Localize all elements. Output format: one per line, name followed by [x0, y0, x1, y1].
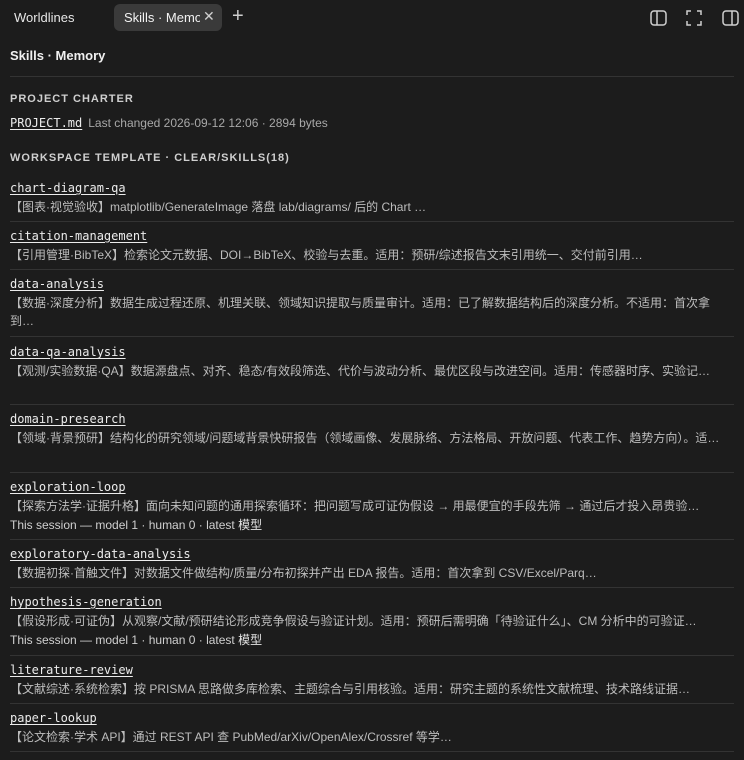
list-item[interactable]: data-qa-analysis 【观测/实验数据·QA】数据源盘点、对齐、稳态… — [10, 343, 734, 380]
session-model-label: 模型 — [238, 518, 263, 532]
close-icon[interactable]: ✕ — [203, 8, 215, 25]
list-item[interactable]: citation-management 【引用管理·BibTeX】检索论文元数据… — [10, 227, 734, 264]
project-md-link[interactable]: PROJECT.md — [10, 116, 82, 130]
skill-name-link[interactable]: chart-diagram-qa — [10, 181, 126, 195]
tab-worldlines[interactable]: Worldlines — [14, 10, 74, 25]
tab-bar: Worldlines Skills · Memory ✕ + — [0, 0, 744, 36]
list-item[interactable]: domain-presearch 【领域·背景预研】结构化的研究领域/问题域背景… — [10, 410, 734, 447]
list-item[interactable]: paper-lookup 【论文检索·学术 API】通过 REST API 查 … — [10, 709, 734, 746]
skill-name-link[interactable]: exploratory-data-analysis — [10, 547, 191, 561]
skill-name-link[interactable]: exploration-loop — [10, 480, 126, 494]
divider — [10, 404, 734, 405]
divider — [10, 751, 734, 752]
page-title: Skills · Memory — [10, 48, 106, 63]
charter-meta: Last changed 2026-09-12 12:06 · 2894 byt… — [88, 116, 328, 130]
list-item[interactable]: exploratory-data-analysis 【数据初探·首触文件】对数据… — [10, 545, 734, 582]
skill-description: 【数据初探·首触文件】对数据文件做结构/质量/分布初探并产出 EDA 报告。适用… — [10, 566, 597, 580]
session-model-label: 模型 — [238, 633, 263, 647]
sidebar-left-icon[interactable] — [650, 10, 667, 26]
skill-description: 【论文检索·学术 API】通过 REST API 查 PubMed/arXiv/… — [10, 730, 452, 744]
list-item[interactable]: exploration-loop 【探索方法学·证据升格】面向未知问题的通用探索… — [10, 478, 734, 533]
skill-name-link[interactable]: domain-presearch — [10, 412, 126, 426]
skill-name-link[interactable]: hypothesis-generation — [10, 595, 162, 609]
session-stats: This session — model 1 · human 0 · lates… — [10, 516, 734, 533]
skill-description: 【观测/实验数据·QA】数据源盘点、对齐、稳态/有效段筛选、代价与波动分析、最优… — [10, 364, 711, 378]
skill-description: 【假设形成·可证伪】从观察/文献/预研结论形成竞争假设与验证计划。适用：预研后需… — [10, 614, 697, 628]
skill-description: 【图表·视觉验收】matplotlib/GenerateImage 落盘 lab… — [10, 200, 427, 214]
divider — [10, 655, 734, 656]
tab-skills-memory-label: Skills · Memory — [124, 10, 200, 25]
divider — [10, 587, 734, 588]
session-stats-text: This session — model 1 · human 0 · lates… — [10, 633, 239, 647]
tab-skills-memory[interactable]: Skills · Memory ✕ — [114, 4, 222, 31]
divider — [10, 336, 734, 337]
list-item[interactable]: data-analysis 【数据·深度分析】数据生成过程还原、机理关联、领域知… — [10, 275, 734, 330]
skill-name-link[interactable]: paper-lookup — [10, 711, 97, 725]
divider — [10, 269, 734, 270]
list-item[interactable]: hypothesis-generation 【假设形成·可证伪】从观察/文献/预… — [10, 593, 734, 648]
new-tab-icon[interactable]: + — [232, 5, 244, 27]
sidebar-right-icon[interactable] — [722, 10, 739, 26]
session-stats-text: This session — model 1 · human 0 · lates… — [10, 518, 239, 532]
skill-name-link[interactable]: literature-review — [10, 663, 133, 677]
skill-name-link[interactable]: data-qa-analysis — [10, 345, 126, 359]
charter-line: PROJECT.md Last changed 2026-09-12 12:06 … — [10, 116, 328, 130]
skill-description: 【探索方法学·证据升格】面向未知问题的通用探索循环：把问题写成可证伪假设 → 用… — [10, 499, 700, 513]
skill-name-link[interactable]: data-analysis — [10, 277, 104, 291]
divider — [10, 703, 734, 704]
workspace-template-heading: WORKSPACE TEMPLATE · CLEAR/SKILLS(18) — [10, 152, 290, 164]
skill-description: 【引用管理·BibTeX】检索论文元数据、DOI→BibTeX、校验与去重。适用… — [10, 248, 643, 262]
divider — [10, 539, 734, 540]
skill-description: 【文献综述·系统检索】按 PRISMA 思路做多库检索、主题综合与引用核验。适用… — [10, 682, 691, 696]
session-stats: This session — model 1 · human 0 · lates… — [10, 631, 734, 648]
divider — [10, 221, 734, 222]
fullscreen-icon[interactable] — [686, 10, 702, 26]
divider — [10, 76, 734, 77]
skill-name-link[interactable]: citation-management — [10, 229, 147, 243]
list-item[interactable]: chart-diagram-qa 【图表·视觉验收】matplotlib/Gen… — [10, 179, 734, 216]
divider — [10, 472, 734, 473]
skill-description: 【领域·背景预研】结构化的研究领域/问题域背景快研报告（领域画像、发展脉络、方法… — [10, 431, 720, 445]
list-item[interactable]: literature-review 【文献综述·系统检索】按 PRISMA 思路… — [10, 661, 734, 698]
skill-description: 【数据·深度分析】数据生成过程还原、机理关联、领域知识提取与质量审计。适用：已了… — [10, 296, 711, 328]
project-charter-heading: PROJECT CHARTER — [10, 93, 134, 105]
